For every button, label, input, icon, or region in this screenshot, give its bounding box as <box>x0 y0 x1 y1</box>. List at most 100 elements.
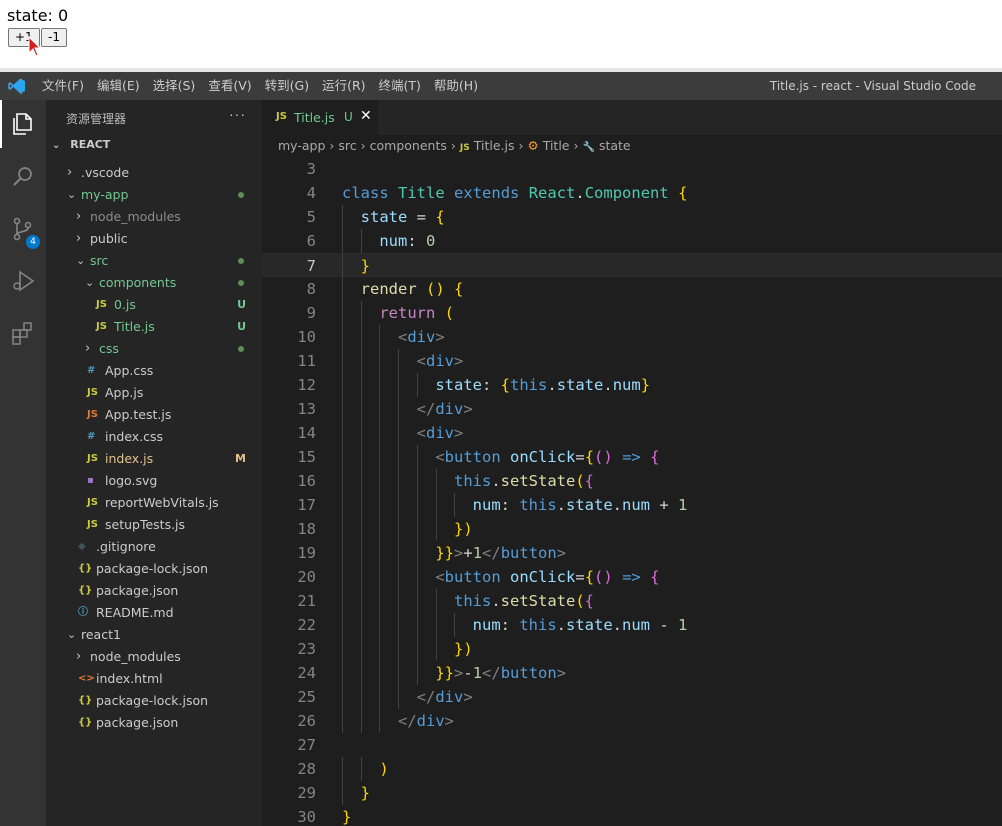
code-line[interactable]: 6 num: 0 <box>262 229 1002 253</box>
tree-file[interactable]: <> index.html <box>46 668 262 690</box>
source-control-icon[interactable]: 4 <box>0 205 46 253</box>
tree-file[interactable]: JS App.test.js <box>46 404 262 426</box>
tree-file[interactable]: # index.css <box>46 426 262 448</box>
code-line[interactable]: 26 </div> <box>262 709 1002 733</box>
line-number: 28 <box>297 760 316 778</box>
tree-file[interactable]: {} package.json <box>46 580 262 602</box>
line-number: 4 <box>306 184 316 202</box>
tree-file[interactable]: {} package-lock.json <box>46 690 262 712</box>
code-line[interactable]: 3 <box>262 157 1002 181</box>
tree-folder[interactable]: ⌄ react1 <box>46 624 262 646</box>
search-icon[interactable] <box>0 153 46 201</box>
line-number: 26 <box>297 712 316 730</box>
tree-folder[interactable]: ⌄ src <box>46 250 262 272</box>
code-line[interactable]: 17 num: this.state.num + 1 <box>262 493 1002 517</box>
extensions-icon[interactable] <box>0 309 46 357</box>
js-file-icon: JS <box>276 111 287 122</box>
code-editor[interactable]: 3 4 class Title extends React.Component {5… <box>262 157 1002 826</box>
breadcrumb-item[interactable]: src <box>338 138 356 153</box>
code-line[interactable]: 9 return ( <box>262 301 1002 325</box>
code-line[interactable]: 18 }) <box>262 517 1002 541</box>
code-line[interactable]: 5 state = { <box>262 205 1002 229</box>
tree-item-label: App.css <box>105 363 154 378</box>
tree-file[interactable]: JS index.js M <box>46 448 262 470</box>
tree-file[interactable]: JS reportWebVitals.js <box>46 492 262 514</box>
tree-file[interactable]: {} package-lock.json <box>46 558 262 580</box>
code-line[interactable]: 15 <button onClick={() => { <box>262 445 1002 469</box>
tree-folder[interactable]: › node_modules <box>46 206 262 228</box>
code-line[interactable]: 8 render () { <box>262 277 1002 301</box>
menu-item[interactable]: 编辑(E) <box>97 72 140 100</box>
tree-file[interactable]: ◆ .gitignore <box>46 536 262 558</box>
property-symbol-icon: 🔧 <box>582 142 595 153</box>
code-line[interactable]: 22 num: this.state.num - 1 <box>262 613 1002 637</box>
tree-item-label: index.js <box>105 451 154 466</box>
breadcrumb-item[interactable]: my-app <box>278 138 325 153</box>
line-number: 19 <box>297 544 316 562</box>
code-text: this.setState({ <box>453 472 594 490</box>
tree-file[interactable]: JS 0.js U <box>46 294 262 316</box>
breadcrumb-item[interactable]: Title <box>543 138 570 153</box>
explorer-icon[interactable] <box>0 100 46 148</box>
chevron-right-icon: › <box>67 165 73 180</box>
menu-item[interactable]: 帮助(H) <box>434 72 478 100</box>
decrement-button[interactable]: -1 <box>41 28 67 47</box>
code-line[interactable]: 28 ) <box>262 757 1002 781</box>
breadcrumb-item[interactable]: components <box>370 138 447 153</box>
code-line[interactable]: 19 }}>+1</button> <box>262 541 1002 565</box>
code-line[interactable]: 14 <div> <box>262 421 1002 445</box>
chevron-right-icon: › <box>76 231 82 246</box>
js-file-icon: JS <box>96 321 107 332</box>
tree-folder[interactable]: › .vscode <box>46 162 262 184</box>
tree-folder[interactable]: ⌄ my-app <box>46 184 262 206</box>
code-line[interactable]: 29 } <box>262 781 1002 805</box>
tree-file[interactable]: {} package.json <box>46 712 262 734</box>
code-line[interactable]: 16 this.setState({ <box>262 469 1002 493</box>
tree-folder[interactable]: › node_modules <box>46 646 262 668</box>
code-line[interactable]: 20 <button onClick={() => { <box>262 565 1002 589</box>
workspace-section[interactable]: ⌄ REACT <box>52 138 110 151</box>
tree-folder[interactable]: › public <box>46 228 262 250</box>
workspace-title: REACT <box>70 138 111 151</box>
menu-item[interactable]: 运行(R) <box>322 72 365 100</box>
breadcrumb-item[interactable]: Title.js <box>474 138 515 153</box>
tree-file[interactable]: JS setupTests.js <box>46 514 262 536</box>
code-line[interactable]: 7 } <box>262 253 1002 278</box>
code-line[interactable]: 4 class Title extends React.Component { <box>262 181 1002 205</box>
code-line[interactable]: 27 <box>262 733 1002 757</box>
tab-label: Title.js <box>294 110 335 125</box>
close-icon[interactable]: ✕ <box>360 108 372 124</box>
code-line[interactable]: 11 <div> <box>262 349 1002 373</box>
tree-folder[interactable]: ⌄ components <box>46 272 262 294</box>
code-line[interactable]: 13 </div> <box>262 397 1002 421</box>
tab-title-js[interactable]: JS Title.js U ✕ <box>262 100 378 135</box>
info-file-icon: ⓘ <box>78 607 88 618</box>
tree-file[interactable]: JS App.js <box>46 382 262 404</box>
code-line[interactable]: 12 state: {this.state.num} <box>262 373 1002 397</box>
tree-item-label: package.json <box>96 715 179 730</box>
menu-item[interactable]: 文件(F) <box>42 72 84 100</box>
chevron-right-icon: › <box>360 138 366 153</box>
git-change-dot <box>238 258 244 264</box>
tree-folder[interactable]: › css <box>46 338 262 360</box>
code-line[interactable]: 30} <box>262 805 1002 826</box>
line-number: 15 <box>297 448 316 466</box>
menu-item[interactable]: 终端(T) <box>379 72 421 100</box>
tree-file[interactable]: ⓘ README.md <box>46 602 262 624</box>
code-text: } <box>360 784 371 802</box>
run-debug-icon[interactable] <box>0 257 46 305</box>
code-text: <button onClick={() => { <box>435 448 660 466</box>
breadcrumb-item[interactable]: state <box>599 138 631 153</box>
menu-item[interactable]: 选择(S) <box>153 72 196 100</box>
code-line[interactable]: 24 }}>-1</button> <box>262 661 1002 685</box>
menu-item[interactable]: 转到(G) <box>265 72 309 100</box>
tree-file[interactable]: # App.css <box>46 360 262 382</box>
tree-file[interactable]: JS Title.js U <box>46 316 262 338</box>
code-line[interactable]: 25 </div> <box>262 685 1002 709</box>
code-line[interactable]: 23 }) <box>262 637 1002 661</box>
tree-file[interactable]: ▪ logo.svg <box>46 470 262 492</box>
code-line[interactable]: 21 this.setState({ <box>262 589 1002 613</box>
menu-item[interactable]: 查看(V) <box>208 72 251 100</box>
code-line[interactable]: 10 <div> <box>262 325 1002 349</box>
more-actions-icon[interactable]: ··· <box>229 106 246 122</box>
